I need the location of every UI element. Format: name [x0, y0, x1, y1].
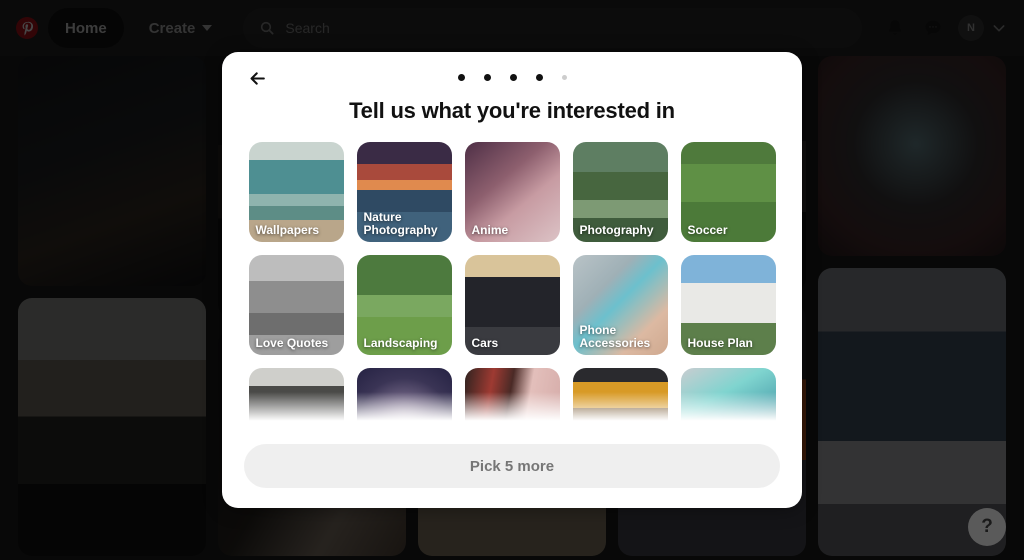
progress-dot [561, 75, 567, 80]
app-root: Home Create [0, 0, 1024, 560]
interest-card[interactable] [356, 368, 452, 432]
interest-card-label: Cars [471, 336, 499, 350]
interest-card[interactable]: Wallpapers [248, 142, 344, 242]
interest-card[interactable]: Soccer [680, 142, 776, 242]
interests-grid: Wallpapers Nature Photography Anime Photogr… [222, 142, 802, 432]
interest-card[interactable]: Nature Photography [356, 142, 452, 242]
interest-card[interactable]: Phone Accessories [572, 255, 668, 355]
interest-card-label: Landscaping [363, 336, 438, 350]
interest-card[interactable] [680, 368, 776, 432]
progress-dot [457, 74, 465, 81]
interest-card-label: Nature Photography [363, 210, 438, 237]
interest-card-image [248, 368, 344, 432]
progress-dot [509, 74, 517, 81]
interest-card-label: Love Quotes [255, 336, 329, 350]
interest-card-image [572, 368, 668, 432]
interest-card-label: Photography [579, 223, 654, 237]
question-mark-icon: ? [981, 516, 993, 537]
interest-card-label: Wallpapers [255, 223, 320, 237]
interest-card[interactable] [572, 368, 668, 432]
progress-dot [483, 74, 491, 81]
interests-scroll-area[interactable]: Wallpapers Nature Photography Anime Photogr… [222, 142, 802, 432]
interest-card[interactable]: Landscaping [356, 255, 452, 355]
interest-card-image [464, 368, 560, 432]
interest-card-label: Anime [471, 223, 509, 237]
progress-dots [222, 74, 802, 81]
interest-card-label: Soccer [687, 223, 728, 237]
interest-card[interactable]: Cars [464, 255, 560, 355]
interests-onboarding-modal: Tell us what you're interested in Wallpa… [222, 52, 802, 508]
interest-card[interactable] [248, 368, 344, 432]
interest-card-label: Phone Accessories [579, 323, 651, 350]
modal-footer: Pick 5 more [222, 432, 802, 508]
interest-card-image [356, 368, 452, 432]
progress-dot [535, 74, 543, 81]
modal-header [222, 52, 802, 98]
interest-card[interactable] [464, 368, 560, 432]
interest-card-label: House Plan [687, 336, 753, 350]
interest-card[interactable]: Love Quotes [248, 255, 344, 355]
interest-card[interactable]: Photography [572, 142, 668, 242]
page-title: Tell us what you're interested in [349, 98, 675, 123]
interest-card[interactable]: Anime [464, 142, 560, 242]
help-button[interactable]: ? [968, 508, 1006, 546]
submit-button[interactable]: Pick 5 more [244, 444, 780, 488]
interest-card-image [680, 368, 776, 432]
interest-card[interactable]: House Plan [680, 255, 776, 355]
